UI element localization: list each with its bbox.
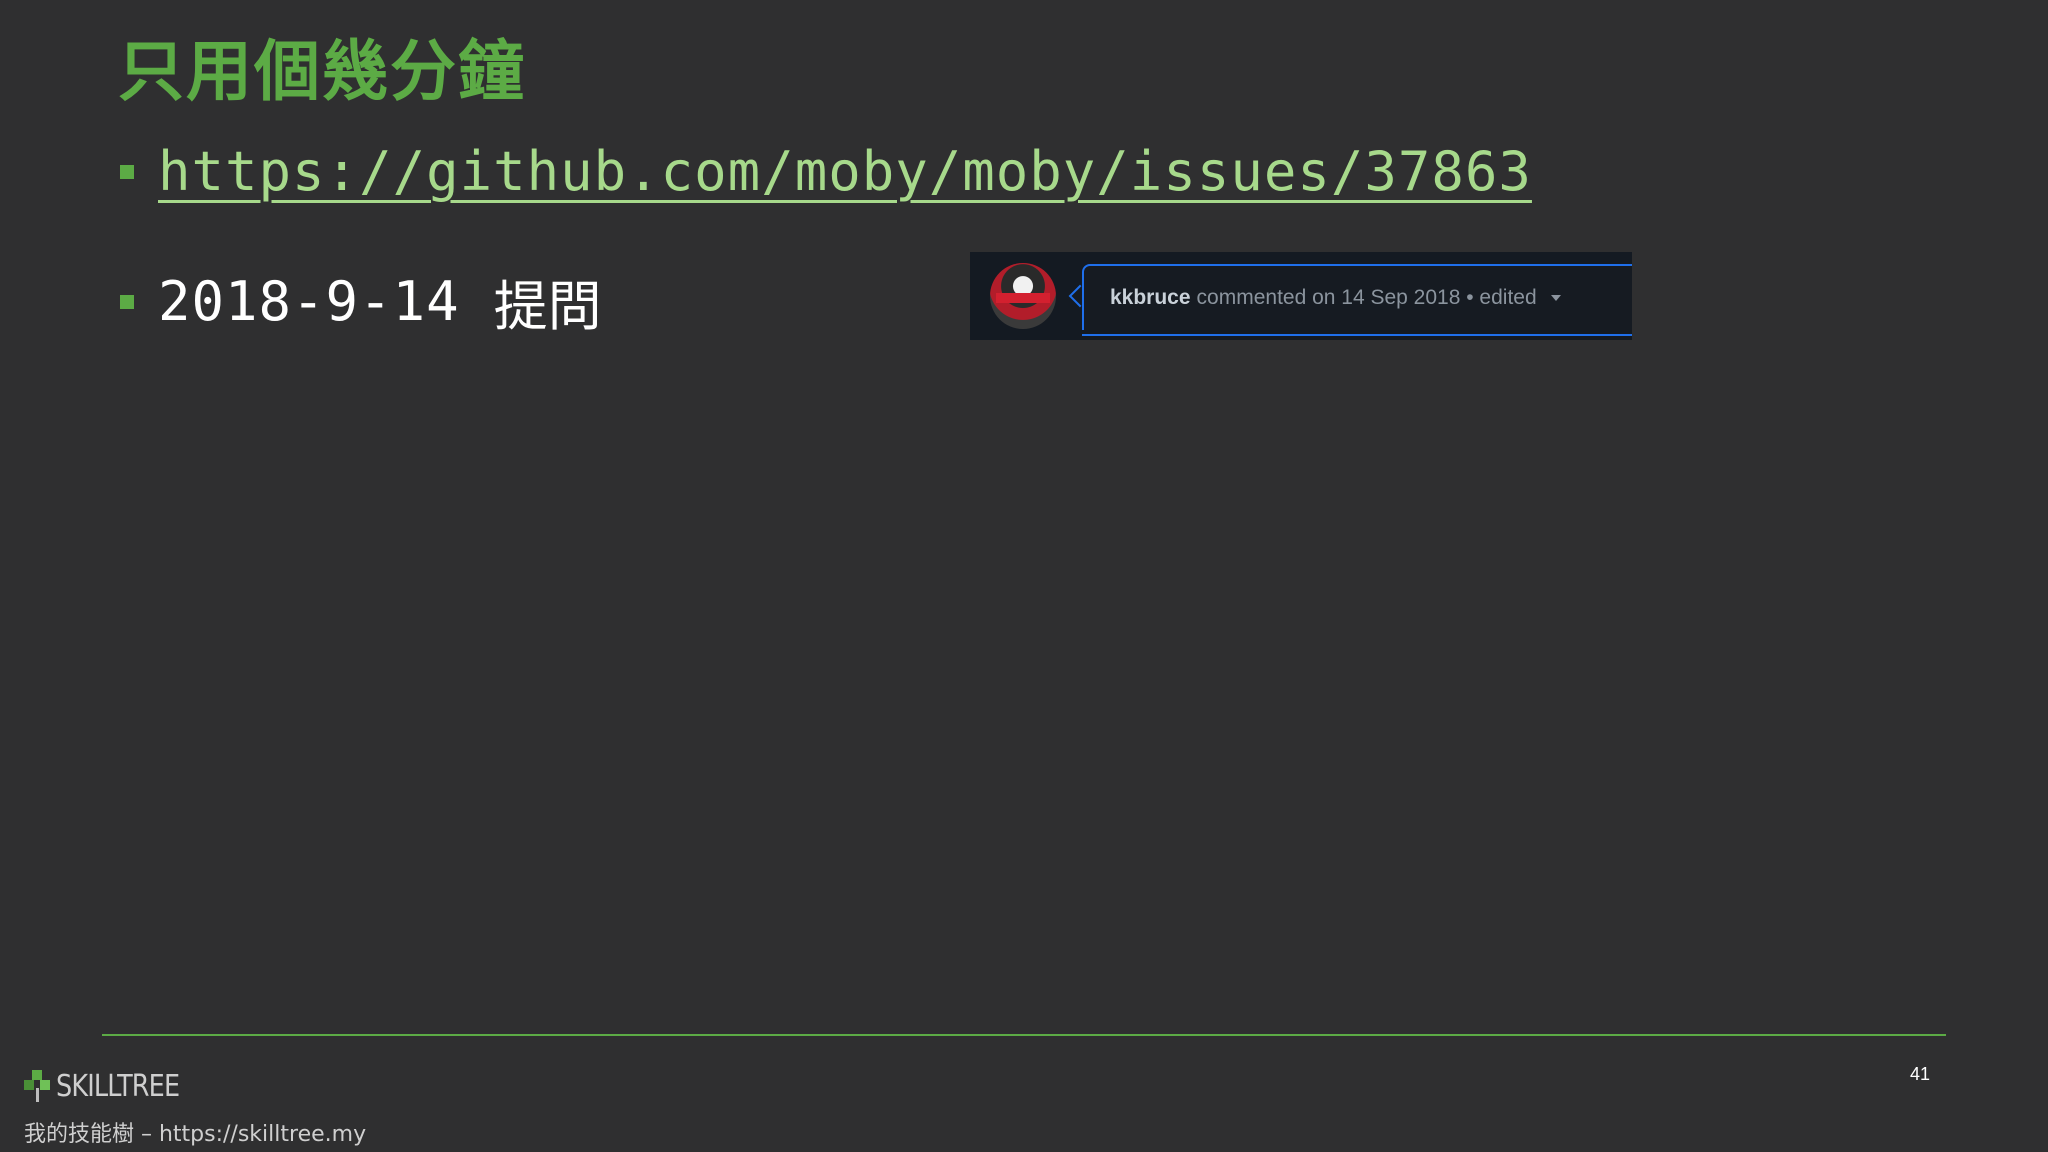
footer-divider [102,1034,1946,1036]
footer-caption: 我的技能樹 – https://skilltree.my [24,1122,367,1147]
github-comment-screenshot: kkbruce commented on 14 Sep 2018 • edited [970,252,1632,340]
comment-meta: commented on 14 Sep 2018 • edited [1196,286,1537,309]
logo-text: SKILLTREE [56,1068,180,1104]
tree-logo-icon [24,1068,54,1104]
question-date: 2018-9-14 [158,270,460,333]
slide-title: 只用個幾分鐘 [118,33,526,110]
slide: 只用個幾分鐘 https://github.com/moby/moby/issu… [0,0,2048,1152]
avatar [990,263,1056,329]
github-issue-link[interactable]: https://github.com/moby/moby/issues/3786… [158,140,1532,203]
caret-down-icon [1550,295,1561,302]
question-label: 提問 [493,275,602,338]
comment-divider [1082,334,1632,336]
bullet-item-link: https://github.com/moby/moby/issues/3786… [120,140,1532,203]
comment-username: kkbruce [1110,286,1191,309]
skilltree-logo: SKILLTREE [24,1068,201,1104]
bullet-item-date: 2018-9-14 提問 [120,262,602,341]
page-number: 41 [1910,1064,1931,1084]
comment-header: kkbruce commented on 14 Sep 2018 • edited [1082,264,1632,330]
comment-header-text: kkbruce commented on 14 Sep 2018 • edited [1110,286,1561,310]
bullet-square-icon [120,294,134,309]
bullet-square-icon [120,164,134,179]
